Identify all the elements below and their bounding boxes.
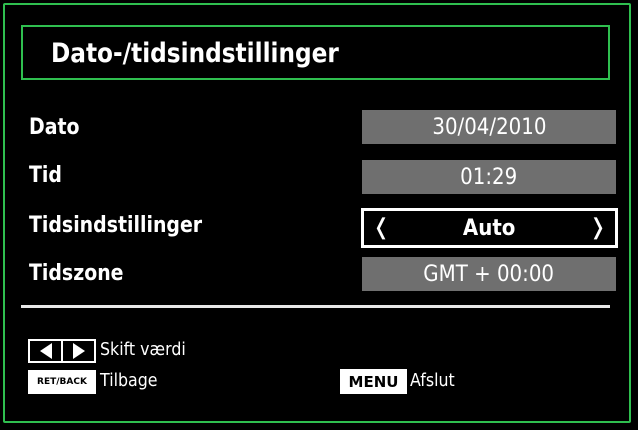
exit-hint: Afslut bbox=[410, 370, 455, 391]
divider bbox=[21, 305, 610, 308]
title-box: Dato-/tidsindstillinger bbox=[21, 25, 610, 80]
setting-value-time-settings[interactable]: ❬ Auto ❭ bbox=[361, 208, 618, 248]
triangle-right-icon bbox=[72, 343, 85, 359]
date-value: 30/04/2010 bbox=[431, 114, 547, 140]
setting-label-time: Tid bbox=[29, 163, 62, 188]
time-settings-value: Auto bbox=[463, 215, 516, 241]
left-right-key-icon bbox=[28, 339, 96, 363]
setting-value-date[interactable]: 30/04/2010 bbox=[362, 110, 616, 144]
triangle-left-icon bbox=[39, 343, 52, 359]
timezone-value: GMT + 00:00 bbox=[423, 261, 555, 287]
setting-label-timezone: Tidszone bbox=[29, 261, 124, 286]
menu-key-icon: MENU bbox=[340, 369, 407, 394]
change-value-hint: Skift værdi bbox=[100, 339, 186, 360]
left-arrow-key bbox=[30, 341, 61, 361]
chevron-left-icon[interactable]: ❬ bbox=[372, 215, 390, 240]
setting-value-time[interactable]: 01:29 bbox=[362, 160, 616, 194]
back-hint: Tilbage bbox=[100, 370, 158, 391]
page-title: Dato-/tidsindstillinger bbox=[51, 38, 339, 69]
ret-back-key-icon: RET/BACK bbox=[28, 370, 96, 394]
setting-label-time-settings: Tidsindstillinger bbox=[29, 213, 203, 238]
chevron-right-icon[interactable]: ❭ bbox=[589, 215, 607, 240]
setting-value-timezone[interactable]: GMT + 00:00 bbox=[362, 257, 616, 291]
time-value: 01:29 bbox=[460, 164, 518, 190]
setting-label-date: Dato bbox=[29, 115, 80, 140]
right-arrow-key bbox=[61, 341, 94, 361]
